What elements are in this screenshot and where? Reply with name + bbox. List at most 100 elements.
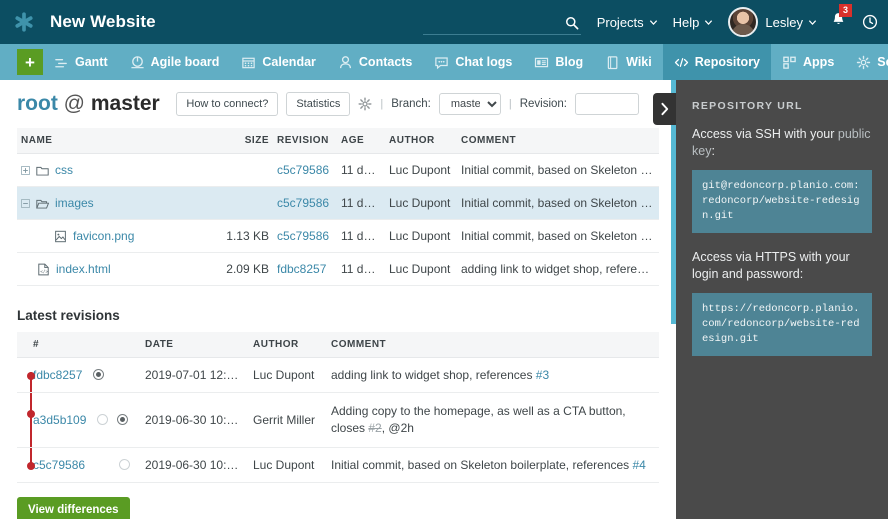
statistics-button[interactable]: Statistics [286,92,351,116]
table-row[interactable]: a3d5b109 2019-06-30 10:51 PM Gerrit Mill… [17,392,659,448]
table-row[interactable]: </> index.html 2.09 KB fdbc8257 11 days … [17,252,659,286]
user-name-label: Lesley [765,14,803,30]
search-box[interactable] [422,9,581,35]
nav-label: Agile board [150,55,220,69]
table-row[interactable]: c5c79586 2019-06-30 10:30 PM Luc Dupont … [17,447,659,483]
revision-from-radio[interactable] [96,414,108,425]
collapse-toggle-icon[interactable] [21,198,30,208]
cell-author: Luc Dupont [249,447,327,483]
ssh-url-box[interactable]: git@redoncorp.planio.com:redoncorp/websi… [692,170,872,233]
file-name-group[interactable]: images [21,196,213,210]
nav-item-chat-logs[interactable]: Chat logs [423,44,523,80]
notification-badge: 3 [839,3,852,17]
nav-label: Calendar [262,55,316,69]
help-menu[interactable]: Help [673,15,714,30]
nav-item-gantt[interactable]: Gantt [43,44,119,80]
revision-link[interactable]: c5c79586 [33,458,85,472]
notifications-button[interactable]: 3 [831,3,852,33]
ssh-text-a: Access via SSH with your [692,127,838,141]
revision-link[interactable]: fdbc8257 [33,368,82,382]
issue-link[interactable]: #4 [633,458,646,472]
nav-label: Blog [555,55,584,69]
clock-icon[interactable] [862,14,878,30]
revision-from-radio[interactable] [92,369,104,380]
nav-item-contacts[interactable]: Contacts [327,44,423,80]
issue-link-closed[interactable]: #2 [368,421,381,435]
projects-menu[interactable]: Projects [597,15,658,30]
svg-text:</>: </> [40,269,48,275]
page-title: New Website [50,12,156,31]
cell-size: 1.13 KB [217,219,273,253]
file-name-link[interactable]: images [55,196,94,210]
file-name-group[interactable]: </> index.html [21,262,213,276]
html-file-icon: </> [38,263,49,275]
file-name-link[interactable]: favicon.png [73,229,134,243]
cell-age: 11 days [337,219,385,253]
revision-link[interactable]: a3d5b109 [33,413,86,427]
image-file-icon [55,230,66,242]
add-button[interactable]: + [17,49,43,75]
revision-link[interactable]: c5c79586 [277,196,329,210]
commit-graph [26,358,38,392]
cell-revision: c5c79586 [273,219,337,253]
folder-icon [36,166,49,176]
cell-age: 11 days [337,252,385,286]
nav-item-settings[interactable]: Setti [845,44,888,80]
nav-item-calendar[interactable]: Calendar [230,44,327,80]
table-row[interactable]: fdbc8257 2019-07-01 12:47 AM Luc Dupont … [17,357,659,393]
nav-item-repository[interactable]: Repository [662,44,772,80]
revision-input[interactable] [575,93,639,115]
col-number: # [17,332,141,358]
cell-author: Luc Dupont [249,357,327,393]
file-name-link[interactable]: css [55,163,73,177]
nav-label: Wiki [626,55,652,69]
cell-size: 2.09 KB [217,252,273,286]
sidebar-toggle-button[interactable] [653,93,676,125]
view-differences-button[interactable]: View differences [17,497,130,519]
revisions-header-row: # DATE AUTHOR COMMENT [17,332,659,358]
nav-label: Apps [803,55,835,69]
top-header: New Website Projects Help Lesley 3 [0,0,888,44]
revision-link[interactable]: c5c79586 [277,229,329,243]
search-icon[interactable] [565,16,579,30]
branch-select[interactable]: master [438,93,501,115]
col-comment: COMMENT [327,332,659,358]
nav-item-wiki[interactable]: Wiki [594,44,663,80]
nav-item-agile-board[interactable]: Agile board [119,44,231,80]
revision-link[interactable]: c5c79586 [277,163,329,177]
revision-link[interactable]: fdbc8257 [277,262,326,276]
user-menu[interactable]: Lesley [728,7,817,37]
repository-toolbar: How to connect? Statistics | Branch: mas… [176,92,659,116]
how-to-connect-button[interactable]: How to connect? [176,92,279,116]
issue-link[interactable]: #3 [536,368,549,382]
https-url-box[interactable]: https://redoncorp.planio.com/redoncorp/w… [692,293,872,356]
expand-toggle-icon[interactable] [21,165,30,175]
file-name-group[interactable]: favicon.png [21,229,213,243]
revision-to-radio[interactable] [119,459,131,470]
branch-label: Branch: [391,98,431,110]
file-name-link[interactable]: index.html [56,262,111,276]
table-row[interactable]: favicon.png 1.13 KB c5c79586 11 days Luc… [17,219,659,253]
calendar-icon [242,57,256,68]
comment-text-post: , @2h [381,421,414,435]
nav-item-apps[interactable]: Apps [771,44,845,80]
cell-revision: fdbc8257 [17,357,141,393]
revision-to-radio[interactable] [117,414,129,425]
file-name-group[interactable]: css [21,163,213,177]
logo[interactable] [0,11,48,33]
cell-name: images [17,186,217,220]
asterisk-logo-icon [15,12,33,32]
gear-icon [857,55,871,69]
gear-icon[interactable] [358,97,372,111]
nav-label: Repository [694,55,761,69]
table-row[interactable]: css c5c79586 11 days Luc Dupont Initial … [17,153,659,187]
main-content: root @ master How to connect? Statistics… [0,80,676,519]
user-menu-group[interactable]: Lesley [765,15,817,30]
cell-age: 11 days [337,153,385,187]
col-comment: COMMENT [457,128,659,154]
col-revision: REVISION [273,128,337,154]
nav-item-blog[interactable]: Blog [523,44,594,80]
search-input[interactable] [422,12,559,34]
table-row[interactable]: images c5c79586 11 days Luc Dupont Initi… [17,186,659,220]
cell-name: </> index.html [17,252,217,286]
